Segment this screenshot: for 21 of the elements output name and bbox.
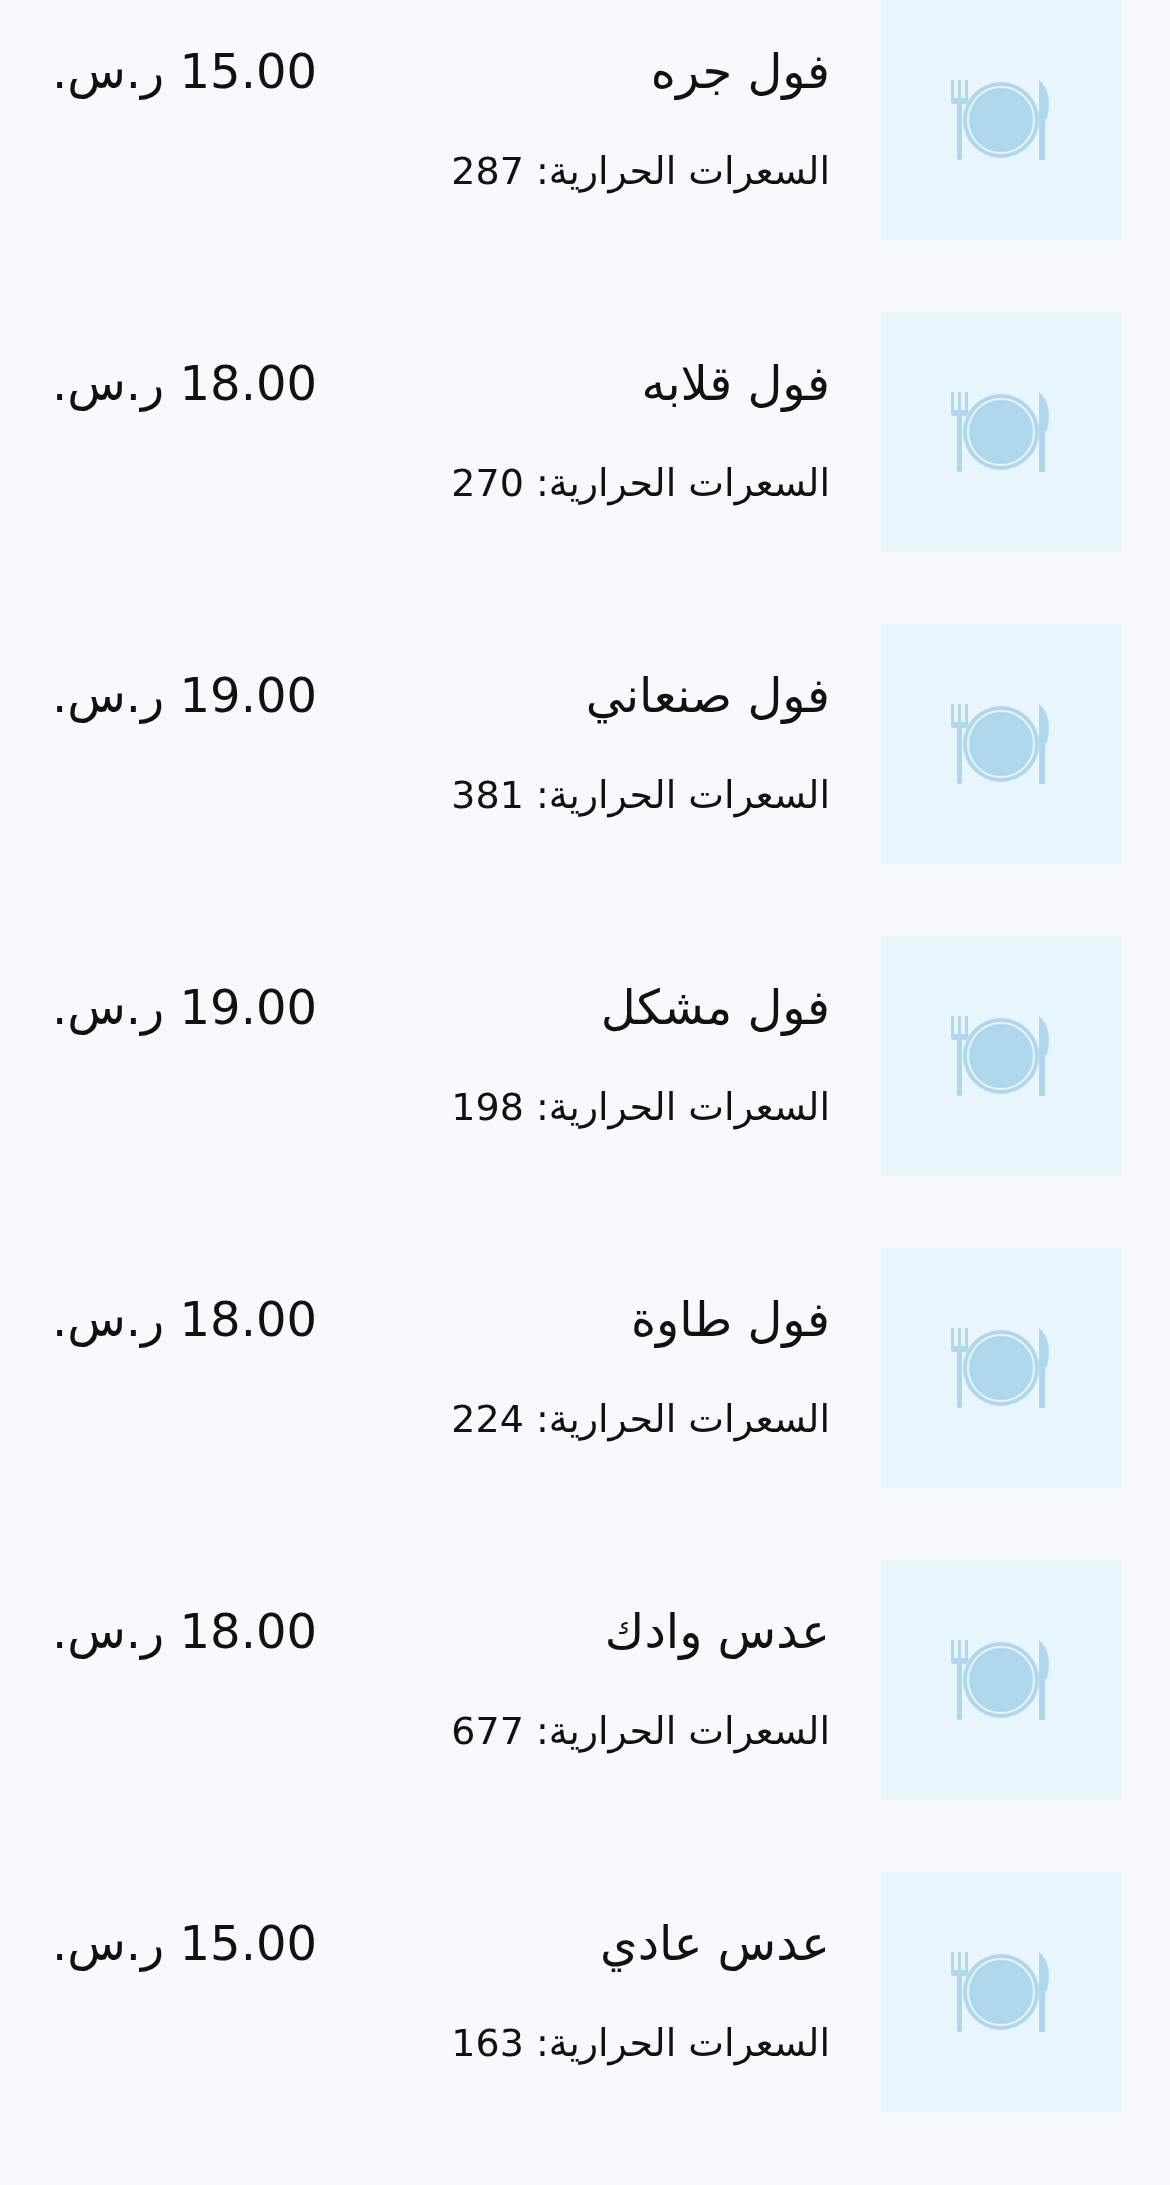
calories-text: السعرات الحرارية: 270 xyxy=(451,460,830,508)
calories-text: السعرات الحرارية: 198 xyxy=(451,1084,830,1132)
price-text: 19.00 ر.س. xyxy=(52,978,317,1038)
price-text: 15.00 ر.س. xyxy=(52,42,317,102)
dish-name: عدس عادي xyxy=(600,1914,830,1974)
price-text: 18.00 ر.س. xyxy=(52,1290,317,1350)
dish-name: فول صنعاني xyxy=(585,666,830,726)
price-text: 15.00 ر.س. xyxy=(52,1914,317,1974)
calories-text: السعرات الحرارية: 163 xyxy=(451,2020,830,2068)
price-text: 18.00 ر.س. xyxy=(52,354,317,414)
calories-text: السعرات الحرارية: 677 xyxy=(451,1708,830,1756)
dish-name: فول جره xyxy=(650,42,830,102)
calories-text: السعرات الحرارية: 381 xyxy=(451,772,830,820)
dish-name: عدس وادك xyxy=(604,1602,830,1662)
calories-text: السعرات الحرارية: 287 xyxy=(451,148,830,196)
dish-name: فول قلابه xyxy=(641,354,830,414)
price-text: 19.00 ر.س. xyxy=(52,666,317,726)
dish-name: فول طاوة xyxy=(630,1290,830,1350)
price-text: 18.00 ر.س. xyxy=(52,1602,317,1662)
dish-name: فول مشكل xyxy=(600,978,830,1038)
calories-text: السعرات الحرارية: 224 xyxy=(451,1396,830,1444)
